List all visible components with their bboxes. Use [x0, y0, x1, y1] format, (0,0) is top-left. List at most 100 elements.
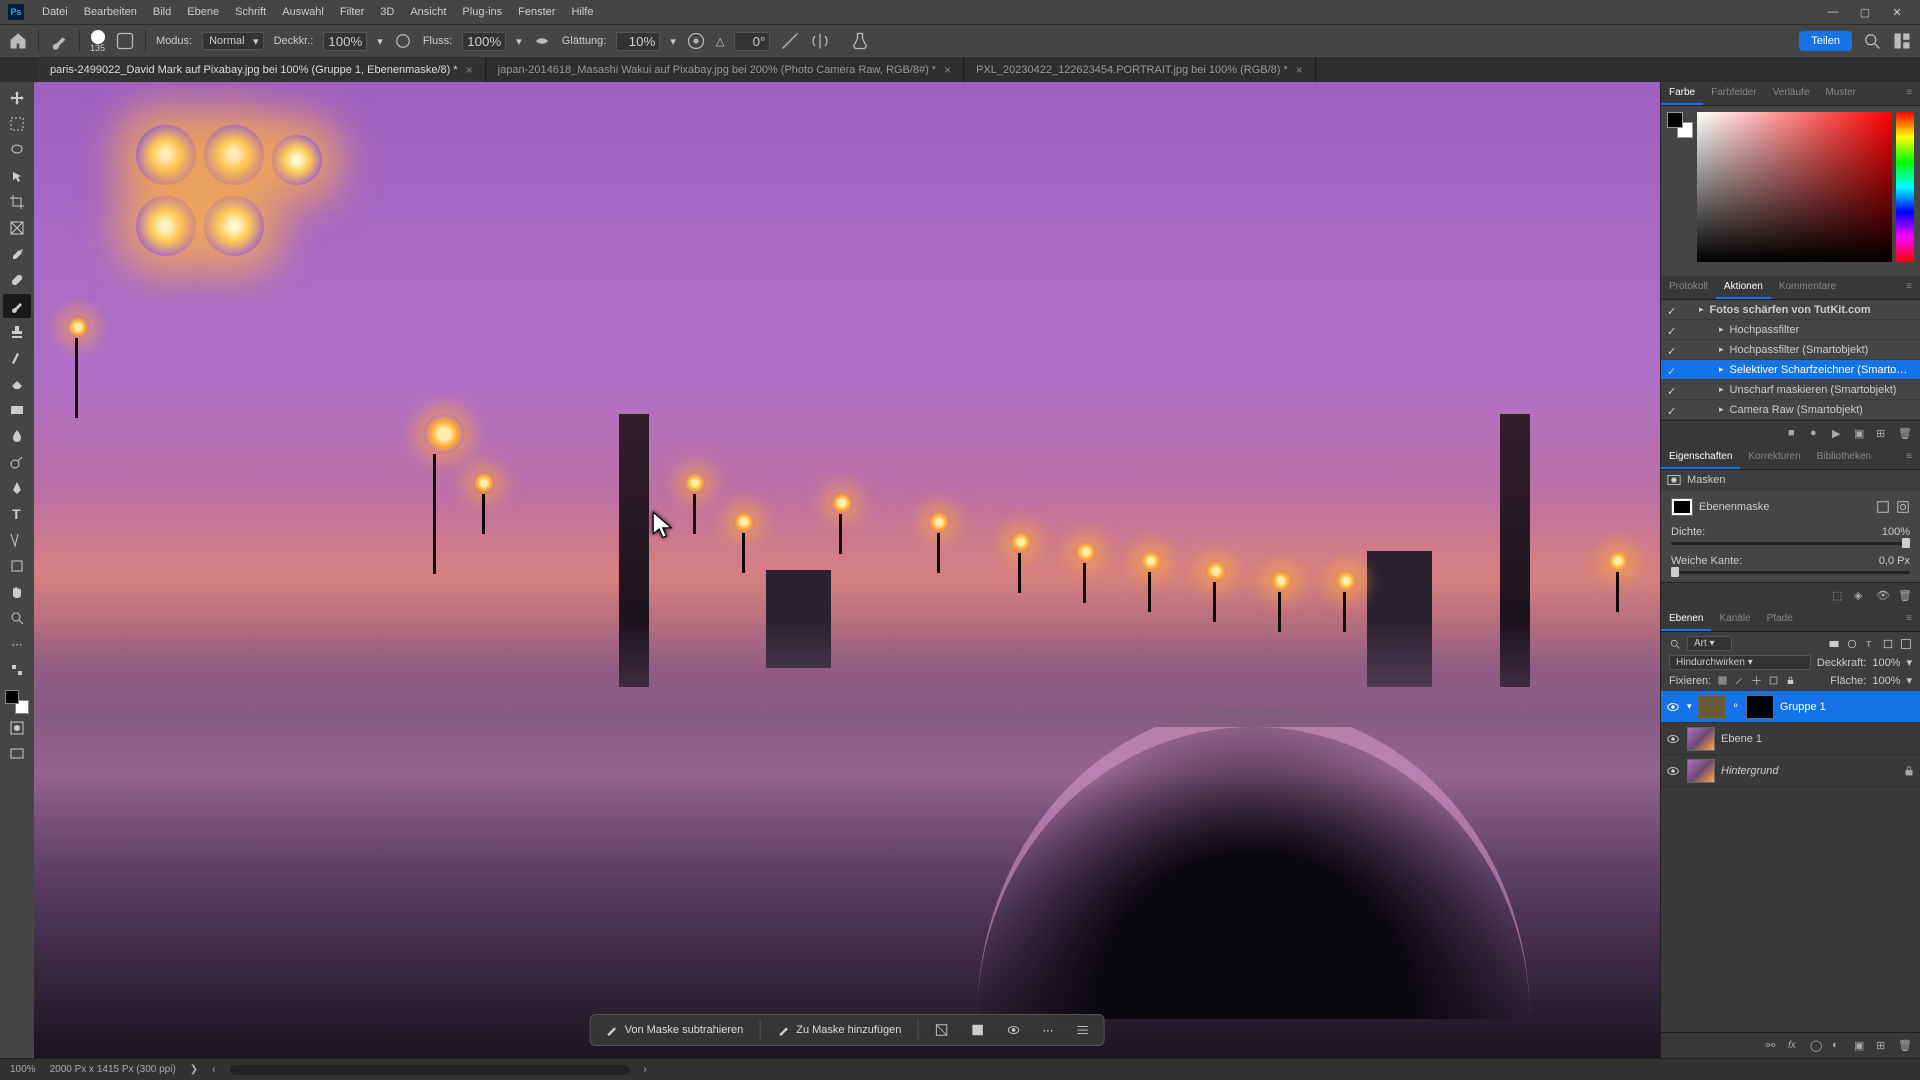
panel-tab-aktionen[interactable]: Aktionen [1716, 276, 1771, 299]
panel-menu-icon[interactable]: ≡ [1898, 276, 1920, 299]
layer-opacity-value[interactable]: 100% [1872, 657, 1900, 669]
brush-tool[interactable] [3, 294, 31, 318]
frame-tool[interactable] [3, 216, 31, 240]
blur-tool[interactable] [3, 424, 31, 448]
more-tools-icon[interactable]: ⋯ [3, 632, 31, 656]
panel-menu-icon[interactable]: ≡ [1898, 82, 1920, 105]
pressure-opacity-icon[interactable] [393, 31, 413, 51]
history-brush-tool[interactable] [3, 346, 31, 370]
panel-tab-farbe[interactable]: Farbe [1661, 82, 1703, 105]
add-mask-icon[interactable]: ◯ [1810, 1039, 1824, 1053]
vector-mask-icon[interactable] [1896, 500, 1910, 514]
lock-transparency-icon[interactable] [1717, 675, 1728, 686]
panel-tab-kanäle[interactable]: Kanäle [1711, 608, 1758, 631]
share-button[interactable]: Teilen [1799, 31, 1852, 51]
settings-icon[interactable] [1069, 1019, 1095, 1041]
menu-ansicht[interactable]: Ansicht [402, 3, 454, 21]
new-layer-icon[interactable]: ⊞ [1876, 1039, 1890, 1053]
subtract-from-mask-button[interactable]: Von Maske subtrahieren [599, 1019, 750, 1041]
layer-name[interactable]: Ebene 1 [1721, 733, 1762, 745]
foreground-background-colors[interactable] [5, 690, 29, 714]
close-icon[interactable]: × [1296, 63, 1303, 77]
panel-menu-icon[interactable]: ≡ [1898, 446, 1920, 469]
brush-preview-icon[interactable] [91, 30, 105, 44]
chevron-right-icon[interactable]: ▸ [1719, 364, 1724, 375]
dialog-icon[interactable] [1683, 325, 1693, 335]
filter-type-icon[interactable]: T [1864, 638, 1876, 650]
doc-info[interactable]: 2000 Px x 1415 Px (300 ppi) [50, 1064, 176, 1075]
menu-bearbeiten[interactable]: Bearbeiten [76, 3, 145, 21]
eyedropper-tool[interactable] [3, 242, 31, 266]
airbrush-icon[interactable] [532, 31, 552, 51]
mask-thumbnail[interactable] [1671, 498, 1693, 516]
brush-tool-preset-icon[interactable] [49, 31, 69, 51]
menu-fenster[interactable]: Fenster [510, 3, 563, 21]
mask-options-icon[interactable] [964, 1019, 990, 1041]
stamp-tool[interactable] [3, 320, 31, 344]
beaker-icon[interactable] [850, 31, 870, 51]
check-icon[interactable]: ✓ [1667, 405, 1677, 415]
group-icon[interactable]: ▣ [1854, 1039, 1868, 1053]
scrub-left[interactable]: ‹ [212, 1064, 215, 1075]
dodge-tool[interactable] [3, 450, 31, 474]
close-icon[interactable]: × [944, 63, 951, 77]
maximize-button[interactable]: ▢ [1850, 2, 1880, 22]
check-icon[interactable]: ✓ [1667, 325, 1677, 335]
flow-input[interactable] [462, 32, 506, 51]
close-button[interactable]: ✕ [1882, 2, 1912, 22]
mask-thumbnail[interactable] [1746, 695, 1774, 719]
marquee-tool[interactable] [3, 112, 31, 136]
stop-icon[interactable]: ■ [1788, 427, 1802, 441]
smoothing-input[interactable] [616, 32, 660, 51]
timeline-scrub[interactable] [230, 1065, 630, 1075]
fx-icon[interactable]: fx [1788, 1039, 1802, 1053]
visibility-icon[interactable] [1665, 699, 1681, 715]
document-canvas[interactable] [34, 82, 1660, 1058]
panel-menu-icon[interactable]: ≡ [1898, 608, 1920, 631]
panel-tab-pfade[interactable]: Pfade [1759, 608, 1801, 631]
search-icon[interactable] [1862, 31, 1882, 51]
fill-value[interactable]: 100% [1872, 675, 1900, 687]
edit-toolbar-icon[interactable] [3, 658, 31, 682]
density-slider[interactable] [1671, 542, 1910, 545]
disable-mask-icon[interactable]: 👁 [1876, 589, 1890, 603]
lock-position-icon[interactable] [1751, 675, 1762, 686]
add-to-mask-button[interactable]: Zu Maske hinzufügen [770, 1019, 907, 1041]
dialog-icon[interactable] [1683, 305, 1693, 315]
pen-tool[interactable] [3, 476, 31, 500]
link-layers-icon[interactable]: ⚯ [1766, 1039, 1780, 1053]
lock-icon[interactable] [1902, 764, 1916, 778]
layer-name[interactable]: Hintergrund [1721, 765, 1778, 777]
path-tool[interactable] [3, 528, 31, 552]
quickmask-icon[interactable] [3, 716, 31, 740]
panel-tab-eigenschaften[interactable]: Eigenschaften [1661, 446, 1740, 469]
layer-row[interactable]: Hintergrund [1661, 755, 1920, 787]
minimize-button[interactable]: — [1818, 2, 1848, 22]
document-tab[interactable]: paris-2499022_David Mark auf Pixabay.jpg… [38, 58, 486, 82]
trash-icon[interactable]: 🗑 [1898, 427, 1912, 441]
hand-tool[interactable] [3, 580, 31, 604]
type-tool[interactable]: T [3, 502, 31, 526]
apply-mask-icon[interactable]: ◈ [1854, 589, 1868, 603]
pixel-mask-icon[interactable] [1876, 500, 1890, 514]
document-tab[interactable]: PXL_20230422_122623454.PORTRAIT.jpg bei … [964, 58, 1316, 82]
action-row[interactable]: ✓▸Fotos schärfen von TutKit.com [1661, 300, 1920, 320]
filter-pixel-icon[interactable] [1828, 638, 1840, 650]
check-icon[interactable]: ✓ [1667, 345, 1677, 355]
preview-icon[interactable] [1000, 1019, 1026, 1041]
feather-value[interactable]: 0,0 Px [1879, 555, 1910, 567]
eraser-tool[interactable] [3, 372, 31, 396]
flow-dropdown-icon[interactable]: ▾ [516, 35, 522, 48]
panel-tab-ebenen[interactable]: Ebenen [1661, 608, 1711, 631]
action-row[interactable]: ✓▸Hochpassfilter [1661, 320, 1920, 340]
chevron-right-icon[interactable]: ▸ [1719, 344, 1724, 355]
delete-layer-icon[interactable]: 🗑 [1898, 1039, 1912, 1053]
lasso-tool[interactable] [3, 138, 31, 162]
layer-thumbnail[interactable] [1687, 727, 1715, 751]
action-row[interactable]: ✓▸Hochpassfilter (Smartobjekt) [1661, 340, 1920, 360]
workspace-icon[interactable] [1892, 31, 1912, 51]
check-icon[interactable]: ✓ [1667, 385, 1677, 395]
menu-3d[interactable]: 3D [372, 3, 402, 21]
angle-input[interactable] [734, 32, 770, 51]
layer-filter-select[interactable]: Art ▾ [1687, 636, 1732, 651]
